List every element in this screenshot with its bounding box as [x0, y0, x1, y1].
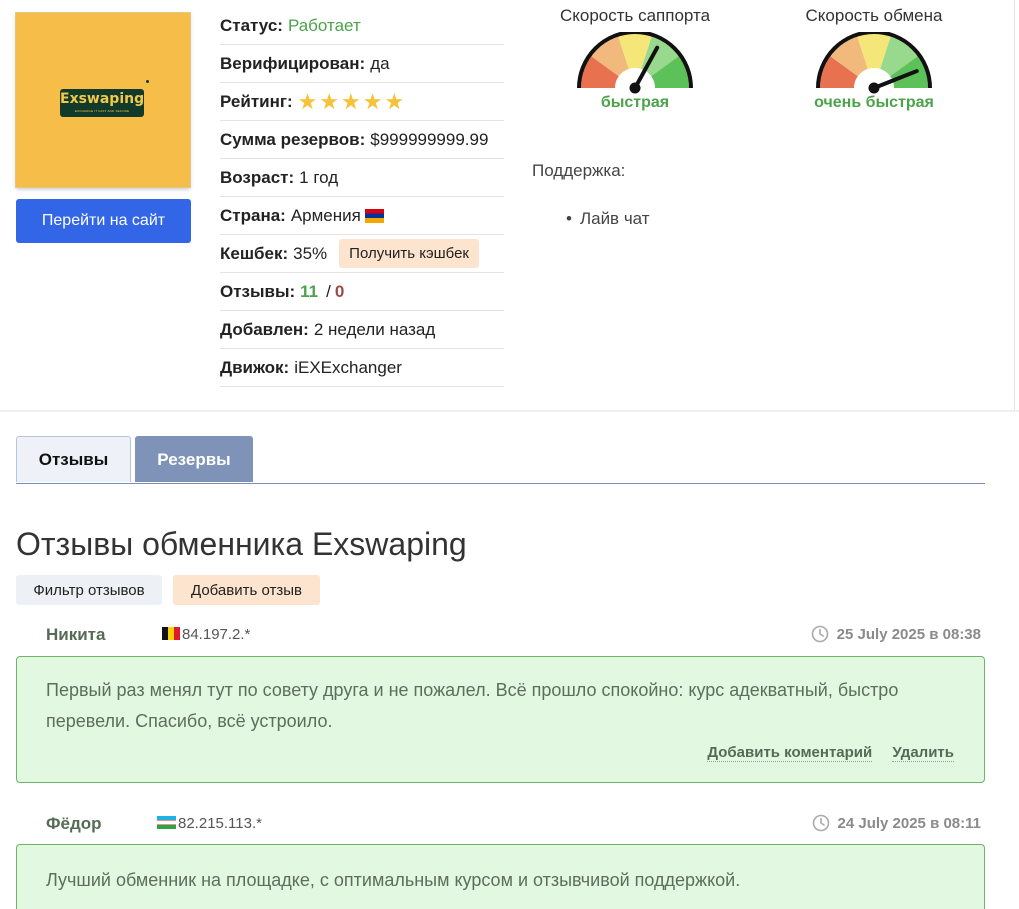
info-list: Статус: Работает Верифицирован: да Рейти…: [220, 7, 504, 387]
rating-stars-icon: ★★★★★: [297, 88, 407, 114]
filter-reviews-button[interactable]: Фильтр отзывов: [16, 575, 162, 605]
info-row-engine: Движок: iEXExchanger: [220, 349, 504, 387]
support-item-live-chat: Лайв чат: [566, 209, 650, 229]
vertical-divider: [1014, 0, 1015, 410]
get-cashback-button[interactable]: Получить кэшбек: [339, 239, 479, 268]
clock-icon: [812, 814, 829, 832]
reviews-label: Отзывы:: [220, 281, 296, 301]
logo-dot: [146, 80, 149, 83]
review-card: Первый раз менял тут по совету друга и н…: [16, 656, 985, 783]
review-ip: 84.197.2.*: [162, 626, 250, 643]
clock-icon: [811, 625, 828, 643]
reviews-positive-count[interactable]: 11: [300, 282, 318, 302]
tab-reviews[interactable]: Отзывы: [16, 436, 131, 482]
logo-badge: Exswaping EXCHANGE IT FAST AND SECURE: [60, 89, 144, 117]
age-value: 1 год: [299, 167, 339, 187]
reserves-label: Сумма резервов:: [220, 129, 366, 149]
review-date: 24 July 2025 в 08:11: [812, 814, 982, 832]
engine-value: iEXExchanger: [294, 357, 402, 377]
verified-label: Верифицирован:: [220, 53, 366, 73]
add-comment-link[interactable]: Добавить коментарий: [707, 744, 873, 762]
added-label: Добавлен:: [220, 319, 309, 339]
exchanger-logo[interactable]: Exswaping EXCHANGE IT FAST AND SECURE: [16, 13, 190, 187]
rating-label: Рейтинг:: [220, 91, 293, 111]
review-ip-text: 84.197.2.*: [182, 626, 251, 643]
support-speed-gauge: Скорость саппорта быстрая: [545, 6, 725, 112]
review-actions: Добавить коментарий Удалить: [691, 744, 954, 762]
belgium-flag-icon: [162, 627, 180, 640]
status-label: Статус:: [220, 15, 283, 35]
review-text: Лучший обменник на площадке, с оптимальн…: [46, 870, 741, 890]
added-value: 2 недели назад: [313, 319, 436, 339]
info-row-verified: Верифицирован: да: [220, 45, 504, 83]
review-header: Никита 84.197.2.* 25 July 2025 в 08:38: [16, 623, 985, 647]
info-row-reviews: Отзывы: 11 / 0: [220, 273, 504, 311]
reviews-negative-count[interactable]: 0: [335, 282, 344, 302]
logo-subtext: EXCHANGE IT FAST AND SECURE: [74, 109, 130, 113]
reserves-value: $999999999.99: [370, 129, 489, 149]
review-author: Фёдор: [46, 814, 102, 833]
cashback-value: 35%: [293, 243, 328, 263]
age-label: Возраст:: [220, 167, 295, 187]
reviews-separator: /: [326, 281, 331, 301]
review-date: 25 July 2025 в 08:38: [811, 625, 981, 643]
exchange-speed-gauge: Скорость обмена очень быстрая: [784, 6, 964, 112]
gauge-pivot: [629, 82, 641, 94]
support-list: Лайв чат: [566, 209, 650, 229]
review-header: Фёдор 82.215.113.* 24 July 2025 в 08:11: [16, 812, 985, 836]
cashback-label: Кешбек:: [220, 243, 289, 263]
exchanger-summary: Exswaping EXCHANGE IT FAST AND SECURE Пе…: [0, 0, 1019, 410]
speedometer-icon: [816, 32, 932, 94]
info-row-cashback: Кешбек: 35% Получить кэшбек: [220, 235, 504, 273]
review-date-text: 25 July 2025 в 08:38: [836, 625, 981, 643]
uzbekistan-flag-icon: [157, 816, 176, 829]
info-row-rating: Рейтинг: ★★★★★: [220, 83, 504, 121]
review-ip: 82.215.113.*: [157, 815, 262, 832]
gauge-title: Скорость обмена: [805, 6, 943, 25]
tab-reserves[interactable]: Резервы: [135, 436, 253, 482]
engine-label: Движок:: [220, 357, 290, 377]
status-value: Работает: [287, 15, 361, 35]
tab-bar: Отзывы Резервы: [16, 436, 985, 484]
gauge-label: очень быстрая: [814, 94, 934, 111]
review-card: Лучший обменник на площадке, с оптимальн…: [16, 844, 985, 909]
info-row-reserves: Сумма резервов: $999999999.99: [220, 121, 504, 159]
country-value: Армения: [290, 205, 361, 225]
visit-site-button[interactable]: Перейти на сайт: [16, 199, 191, 243]
section-divider: [0, 410, 1019, 412]
info-row-country: Страна: Армения: [220, 197, 504, 235]
review-author: Никита: [46, 625, 106, 644]
verified-value: да: [370, 53, 390, 73]
logo-text: Exswaping: [60, 91, 145, 107]
speedometer-icon: [577, 32, 693, 94]
delete-review-link[interactable]: Удалить: [892, 744, 954, 762]
gauge-pivot: [868, 82, 880, 94]
review-ip-text: 82.215.113.*: [178, 815, 262, 832]
review-text: Первый раз менял тут по совету друга и н…: [46, 680, 899, 731]
country-label: Страна:: [220, 205, 286, 225]
info-row-status: Статус: Работает: [220, 7, 504, 45]
gauge-label: быстрая: [600, 94, 670, 111]
review-date-text: 24 July 2025 в 08:11: [837, 814, 982, 832]
page-title: Отзывы обменника Exswaping: [16, 526, 467, 562]
support-title: Поддержка:: [532, 161, 626, 180]
add-review-button[interactable]: Добавить отзыв: [173, 575, 320, 605]
info-row-age: Возраст: 1 год: [220, 159, 504, 197]
info-row-added: Добавлен: 2 недели назад: [220, 311, 504, 349]
armenia-flag-icon: [364, 208, 384, 223]
gauge-title: Скорость саппорта: [559, 6, 711, 25]
